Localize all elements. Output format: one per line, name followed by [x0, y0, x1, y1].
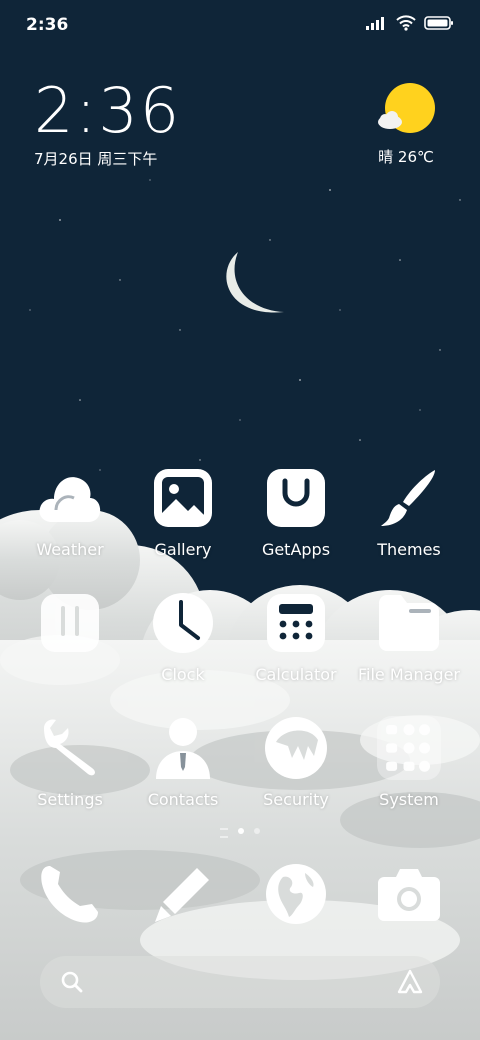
browser-globe-icon	[266, 864, 326, 924]
shopping-bag-icon	[267, 469, 325, 527]
app-clock[interactable]: Clock	[128, 591, 238, 684]
page-dot-1[interactable]	[220, 828, 228, 838]
home-screen: 2:36 2:36 7月26日 周三下午 晴 26℃ Weather Galle…	[0, 0, 480, 1040]
wifi-icon	[396, 15, 416, 31]
app-themes[interactable]: Themes	[354, 466, 464, 559]
calculator-icon	[267, 594, 325, 652]
app-contacts[interactable]: Contacts	[128, 716, 238, 809]
search-bar[interactable]	[40, 956, 440, 1008]
tools-icon	[41, 594, 99, 652]
camera-icon	[378, 869, 440, 921]
status-icons	[366, 15, 454, 31]
app-security-label: Security	[263, 790, 329, 809]
dock-camera[interactable]	[354, 862, 464, 926]
assistant-icon[interactable]	[396, 968, 424, 996]
app-settings-label: Settings	[37, 790, 103, 809]
paintbrush-icon	[381, 470, 435, 526]
status-time: 2:36	[26, 15, 69, 35]
clock-date: 7月26日 周三下午	[34, 150, 158, 168]
folder-icon	[379, 595, 439, 651]
search-icon	[61, 971, 83, 993]
app-calculator-label: Calculator	[255, 665, 337, 684]
app-folder-icon	[377, 716, 441, 780]
notes-pencil-icon	[155, 868, 209, 922]
dock-browser[interactable]	[241, 862, 351, 926]
weather-widget[interactable]: 晴 26℃	[366, 82, 446, 167]
page-dot-2[interactable]	[238, 828, 244, 834]
person-icon	[156, 718, 210, 779]
weather-condition: 晴 26℃	[378, 148, 434, 166]
app-file-manager[interactable]: File Manager	[354, 591, 464, 684]
app-gallery-label: Gallery	[154, 540, 212, 559]
app-calculator[interactable]: Calculator	[241, 591, 351, 684]
app-settings[interactable]: Settings	[15, 716, 125, 809]
app-security[interactable]: Security	[241, 716, 351, 809]
app-gallery[interactable]: Gallery	[128, 466, 238, 559]
page-dot-3[interactable]	[254, 828, 260, 834]
battery-icon	[424, 16, 453, 30]
app-contacts-label: Contacts	[147, 790, 219, 809]
app-weather-label: Weather	[36, 540, 104, 559]
clock-time: 2:36	[34, 74, 182, 147]
signal-icon	[366, 17, 384, 30]
app-getapps[interactable]: GetApps	[241, 466, 351, 559]
app-weather[interactable]: Weather	[15, 466, 125, 559]
app-themes-label: Themes	[377, 540, 441, 559]
clock-icon	[153, 593, 213, 653]
page-indicator[interactable]	[0, 828, 480, 838]
app-clock-label: Clock	[161, 665, 205, 684]
dock-phone[interactable]	[15, 862, 125, 926]
app-notes[interactable]	[15, 591, 125, 665]
wrench-icon	[44, 719, 95, 776]
app-getapps-label: GetApps	[261, 540, 331, 559]
phone-icon	[41, 866, 98, 923]
sunny-icon	[378, 83, 435, 133]
app-system-label: System	[379, 790, 439, 809]
clock-widget[interactable]: 2:36 7月26日 周三下午	[34, 80, 181, 169]
weather-cloud-icon	[39, 477, 101, 522]
gallery-icon	[154, 469, 212, 527]
security-shield-icon	[265, 717, 327, 779]
app-file-manager-label: File Manager	[358, 665, 460, 684]
app-system-folder[interactable]: System	[354, 716, 464, 809]
dock-notes[interactable]	[128, 862, 238, 926]
status-bar: 2:36	[0, 0, 480, 50]
